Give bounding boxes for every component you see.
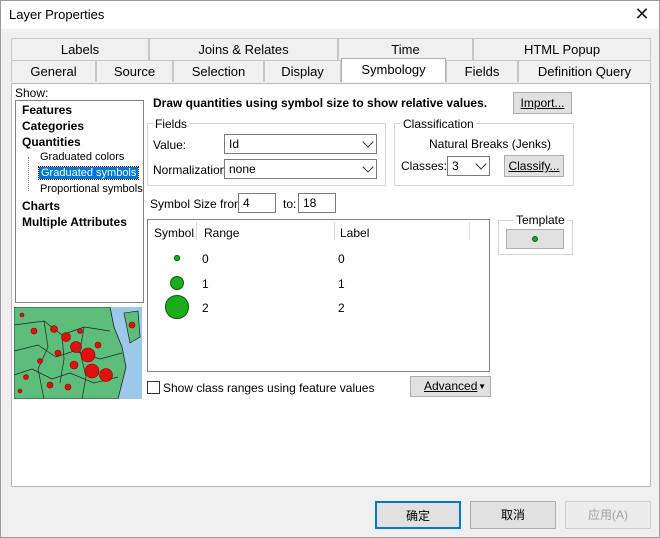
- fields-legend: Fields: [153, 117, 190, 131]
- column-separator: [334, 222, 335, 240]
- tree-graduated-symbols[interactable]: Graduated symbols: [37, 166, 140, 180]
- tree-graduated-colors[interactable]: Graduated colors: [40, 151, 124, 163]
- classes-dropdown-text: 3: [452, 159, 459, 173]
- chevron-down-icon: [362, 161, 374, 173]
- range-cell[interactable]: 0: [202, 252, 209, 266]
- normalization-dropdown[interactable]: none: [224, 159, 377, 179]
- advanced-button-label: Advanced: [424, 379, 478, 393]
- template-symbol-icon: [532, 236, 538, 242]
- tab-selection[interactable]: Selection: [173, 60, 264, 82]
- value-dropdown[interactable]: Id: [224, 134, 377, 154]
- tab-definition-query[interactable]: Definition Query: [518, 60, 651, 82]
- column-separator: [469, 222, 470, 240]
- show-list[interactable]: Features Categories Quantities Graduated…: [15, 100, 144, 303]
- tab-fields[interactable]: Fields: [446, 60, 518, 82]
- ok-button[interactable]: 确定: [375, 501, 461, 529]
- classify-button[interactable]: Classify...: [504, 155, 564, 177]
- tree-features[interactable]: Features: [22, 103, 72, 117]
- label-cell[interactable]: 1: [338, 277, 345, 291]
- chevron-down-icon: [475, 158, 487, 170]
- normalization-dropdown-text: none: [229, 162, 256, 176]
- symbol-size-from-label: Symbol Size from:: [150, 197, 248, 211]
- value-label: Value:: [153, 138, 187, 152]
- tab-source[interactable]: Source: [96, 60, 173, 82]
- import-button-label: Import...: [520, 96, 565, 110]
- tab-symbology[interactable]: Symbology: [341, 58, 446, 82]
- template-symbol-button[interactable]: [506, 229, 564, 249]
- range-cell[interactable]: 1: [202, 277, 209, 291]
- template-label: Template: [514, 213, 567, 227]
- apply-button[interactable]: 应用(A): [565, 501, 651, 529]
- column-separator: [196, 222, 197, 240]
- classes-dropdown[interactable]: 3: [447, 156, 490, 176]
- description-text: Draw quantities using symbol size to sho…: [153, 96, 488, 110]
- tree-multiple-attributes[interactable]: Multiple Attributes: [22, 215, 127, 229]
- advanced-button[interactable]: Advanced ▼: [410, 376, 491, 397]
- tab-general[interactable]: General: [11, 60, 96, 82]
- column-header-range[interactable]: Range: [204, 226, 239, 240]
- cancel-button[interactable]: 取消: [470, 501, 556, 529]
- window-title: Layer Properties: [9, 7, 105, 22]
- show-class-ranges-label[interactable]: Show class ranges using feature values: [163, 381, 374, 395]
- chevron-down-icon: [362, 136, 374, 148]
- show-class-ranges-checkbox[interactable]: [147, 381, 160, 394]
- tree-categories[interactable]: Categories: [22, 119, 84, 133]
- close-icon[interactable]: ✕: [631, 3, 653, 25]
- symbol-swatch-icon[interactable]: [165, 295, 189, 319]
- tree-charts[interactable]: Charts: [22, 199, 60, 213]
- preview-map-image: [14, 307, 142, 399]
- classes-label: Classes:: [401, 159, 448, 173]
- symbol-swatch-icon[interactable]: [169, 275, 185, 291]
- symbol-size-to-label: to:: [283, 197, 297, 211]
- column-header-symbol[interactable]: Symbol: [154, 226, 194, 240]
- value-dropdown-text: Id: [229, 137, 240, 151]
- symbol-size-to-input[interactable]: 18: [298, 193, 336, 213]
- label-cell[interactable]: 0: [338, 252, 345, 266]
- normalization-label: Normalization:: [153, 163, 230, 177]
- range-cell[interactable]: 2: [202, 301, 209, 315]
- tab-joins-relates[interactable]: Joins & Relates: [149, 38, 338, 60]
- classification-legend: Classification: [401, 117, 476, 131]
- classification-method: Natural Breaks (Jenks): [429, 137, 552, 151]
- dropdown-triangle-icon: ▼: [478, 382, 486, 391]
- tab-html-popup[interactable]: HTML Popup: [473, 38, 651, 60]
- show-label: Show:: [15, 86, 49, 100]
- tree-connector: [28, 157, 29, 191]
- symbol-size-from-input[interactable]: 4: [238, 193, 276, 213]
- tab-display[interactable]: Display: [264, 60, 341, 82]
- tree-proportional-symbols[interactable]: Proportional symbols: [40, 183, 143, 195]
- layer-properties-window: Layer Properties ✕ Labels Joins & Relate…: [0, 0, 660, 538]
- column-header-label[interactable]: Label: [340, 226, 369, 240]
- symbol-table[interactable]: Symbol Range Label 0 0 1 1 2 2: [147, 219, 490, 372]
- classify-button-label: Classify...: [508, 159, 560, 173]
- symbol-swatch-icon[interactable]: [174, 255, 180, 261]
- tree-quantities[interactable]: Quantities: [22, 135, 81, 149]
- tab-time[interactable]: Time: [338, 38, 473, 60]
- import-button[interactable]: Import...: [513, 92, 572, 114]
- label-cell[interactable]: 2: [338, 301, 345, 315]
- tab-labels[interactable]: Labels: [11, 38, 149, 60]
